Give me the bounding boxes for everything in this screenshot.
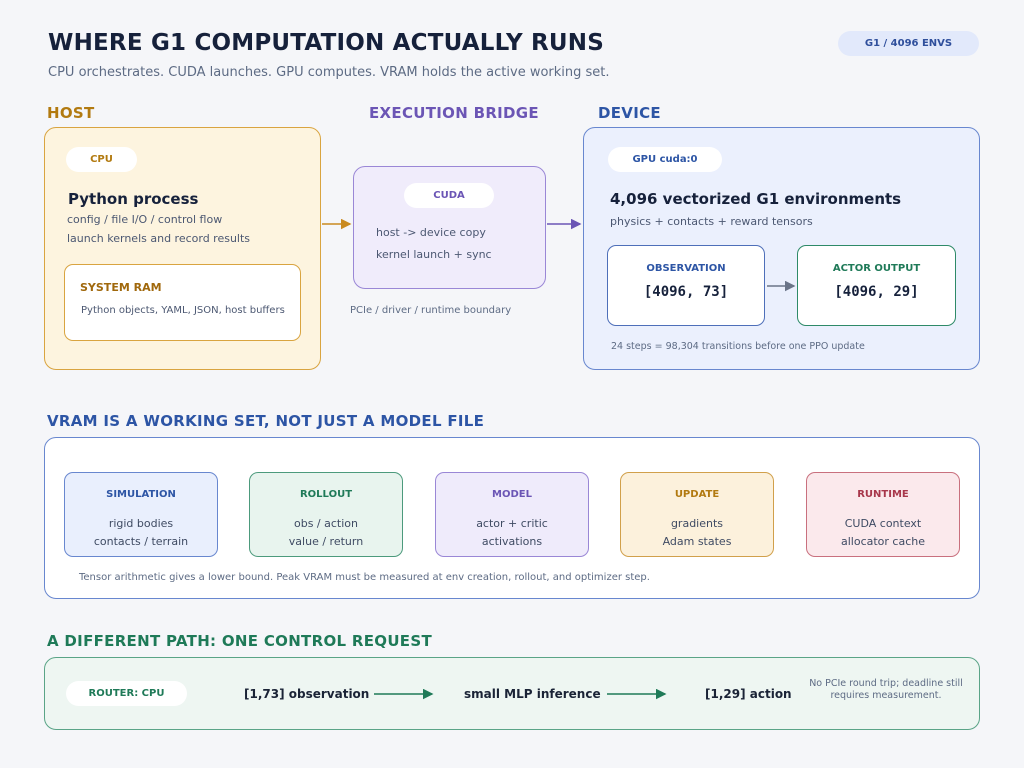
card-line-1: gradients bbox=[670, 517, 724, 530]
vram-footer: Tensor arithmetic gives a lower bound. P… bbox=[79, 572, 650, 583]
host-heading: HOST bbox=[47, 104, 95, 122]
card-line-1: actor + critic bbox=[476, 517, 548, 530]
host-line-2: launch kernels and record results bbox=[67, 232, 251, 245]
host-process-title: Python process bbox=[68, 190, 199, 208]
card-line-2: allocator cache bbox=[840, 535, 925, 548]
vram-card-rollout: ROLLOUT obs / action value / return bbox=[249, 472, 403, 557]
vram-heading: VRAM IS A WORKING SET, NOT JUST A MODEL … bbox=[47, 412, 485, 430]
path-step-observation: [1,73] observation bbox=[244, 687, 370, 701]
gpu-pill: GPU cuda:0 bbox=[608, 147, 722, 172]
path-step-action: [1,29] action bbox=[705, 687, 792, 701]
page-title: WHERE G1 COMPUTATION ACTUALLY RUNS bbox=[48, 30, 605, 56]
device-title: 4,096 vectorized G1 environments bbox=[610, 190, 902, 208]
system-ram-box bbox=[64, 264, 301, 341]
router-pill: ROUTER: CPU bbox=[66, 681, 187, 706]
card-line-1: obs / action bbox=[293, 517, 358, 530]
cuda-pill: CUDA bbox=[404, 183, 494, 208]
observation-shape: [4096, 73] bbox=[643, 284, 729, 300]
env-count-badge: G1 / 4096 ENVS bbox=[838, 31, 979, 56]
host-line-1: config / file I/O / control flow bbox=[67, 213, 223, 226]
device-footer: 24 steps = 98,304 transitions before one… bbox=[611, 341, 865, 352]
bridge-line-1: host -> device copy bbox=[376, 226, 486, 239]
card-line-2: Adam states bbox=[662, 535, 732, 548]
card-line-2: value / return bbox=[288, 535, 364, 548]
vram-card-model: MODEL actor + critic activations bbox=[435, 472, 589, 557]
device-heading: DEVICE bbox=[598, 104, 661, 122]
observation-box: OBSERVATION [4096, 73] bbox=[607, 245, 765, 326]
bridge-line-2: kernel launch + sync bbox=[376, 248, 492, 261]
vram-card-update: UPDATE gradients Adam states bbox=[620, 472, 774, 557]
bridge-heading: EXECUTION BRIDGE bbox=[369, 104, 539, 122]
cpu-pill: CPU bbox=[66, 147, 137, 172]
actor-output-label: ACTOR OUTPUT bbox=[832, 263, 921, 274]
system-ram-title: SYSTEM RAM bbox=[80, 281, 162, 294]
page-subtitle: CPU orchestrates. CUDA launches. GPU com… bbox=[48, 65, 610, 80]
vram-card-simulation: SIMULATION rigid bodies contacts / terra… bbox=[64, 472, 218, 557]
path-heading: A DIFFERENT PATH: ONE CONTROL REQUEST bbox=[47, 632, 432, 650]
vram-card-runtime: RUNTIME CUDA context allocator cache bbox=[806, 472, 960, 557]
card-line-2: activations bbox=[481, 535, 543, 548]
card-label: ROLLOUT bbox=[299, 489, 353, 500]
device-subtitle: physics + contacts + reward tensors bbox=[610, 215, 813, 228]
system-ram-text: Python objects, YAML, JSON, host buffers bbox=[81, 305, 285, 316]
path-step-mlp: small MLP inference bbox=[464, 687, 601, 701]
card-label: RUNTIME bbox=[857, 489, 909, 500]
path-note: No PCIe round trip; deadline still requi… bbox=[809, 678, 963, 701]
bridge-caption: PCIe / driver / runtime boundary bbox=[350, 305, 512, 316]
card-label: MODEL bbox=[492, 489, 532, 500]
card-label: SIMULATION bbox=[106, 489, 176, 500]
card-line-1: rigid bodies bbox=[108, 517, 174, 530]
actor-output-box: ACTOR OUTPUT [4096, 29] bbox=[797, 245, 956, 326]
card-line-1: CUDA context bbox=[844, 517, 922, 530]
card-line-2: contacts / terrain bbox=[93, 535, 189, 548]
card-label: UPDATE bbox=[674, 489, 720, 500]
observation-label: OBSERVATION bbox=[646, 263, 726, 274]
actor-output-shape: [4096, 29] bbox=[834, 284, 919, 300]
